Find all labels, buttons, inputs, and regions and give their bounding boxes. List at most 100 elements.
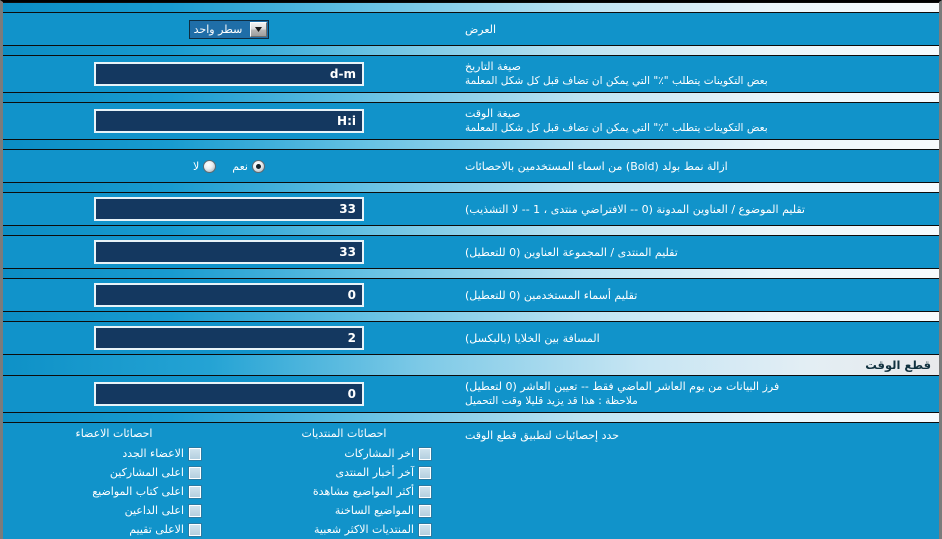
remove-bold-radio-group: نعم لا <box>193 159 265 173</box>
label-time-format-desc: بعض التكوينات يتطلب "٪" التي يمكن ان تضا… <box>465 122 768 134</box>
checkbox-top-rated-label: الاعلى تقييم <box>129 523 184 536</box>
section-header-cutoff: قطع الوقت <box>3 354 939 376</box>
label-date-format: صيغة التاريخ بعض التكوينات يتطلب "٪" الت… <box>459 59 931 89</box>
radio-option-no[interactable]: لا <box>193 159 217 173</box>
checkbox-hot-threads[interactable] <box>418 503 432 518</box>
trim-forum-titles-input[interactable] <box>94 240 364 264</box>
control-trim-forum-titles <box>3 240 459 264</box>
checkbox-item[interactable]: اعلى المشاركين <box>3 463 229 482</box>
setting-row-date-format: صيغة التاريخ بعض التكوينات يتطلب "٪" الت… <box>3 56 939 92</box>
separator-8 <box>3 412 939 423</box>
label-trim-thread-titles: تقليم الموضوع / العناوين المدونة (0 -- ا… <box>459 202 931 217</box>
checkbox-item[interactable]: آخر أخبار المنتدى <box>229 463 459 482</box>
label-trim-usernames: تقليم أسماء المستخدمين (0 للتعطيل) <box>459 288 931 303</box>
checkbox-top-rated[interactable] <box>188 522 202 537</box>
cell-spacing-input[interactable] <box>94 326 364 350</box>
checkbox-forum-news-label: آخر أخبار المنتدى <box>335 466 414 479</box>
trim-usernames-input[interactable] <box>94 283 364 307</box>
settings-page: العرض سطر واحد صيغة التاريخ بعض التكوينا… <box>0 0 942 539</box>
label-cell-spacing: المسافة بين الخلايا (بالبكسل) <box>459 331 931 346</box>
checkbox-item[interactable]: الاعلى تقييم <box>3 520 229 539</box>
label-trim-usernames-main: تقليم أسماء المستخدمين (0 للتعطيل) <box>465 288 638 302</box>
checkbox-hot-threads-label: المواضيع الساخنة <box>334 504 414 517</box>
date-format-input[interactable] <box>94 62 364 86</box>
separator-1 <box>3 45 939 56</box>
radio-yes-indicator[interactable] <box>252 159 265 173</box>
label-display: العرض <box>459 22 931 37</box>
control-remove-bold: نعم لا <box>3 159 459 173</box>
checkbox-popular-forums-label: المنتديات الاكثر شعبية <box>314 523 414 536</box>
chevron-down-icon[interactable] <box>250 21 268 37</box>
separator-2 <box>3 92 939 103</box>
label-date-format-main: صيغة التاريخ <box>465 60 521 73</box>
checkbox-forum-news[interactable] <box>418 465 432 480</box>
setting-row-time-format: صيغة الوقت بعض التكوينات يتطلب "٪" التي … <box>3 103 939 139</box>
radio-no-indicator[interactable] <box>203 159 217 173</box>
label-cutoff-days-desc: ملاحظة : هذا قد يزيد قليلا وقت التحميل <box>465 395 638 407</box>
label-time-format: صيغة الوقت بعض التكوينات يتطلب "٪" التي … <box>459 106 931 136</box>
checkbox-new-members[interactable] <box>188 446 202 461</box>
control-display: سطر واحد <box>3 19 459 39</box>
checkbox-top-thread-starters[interactable] <box>188 484 202 499</box>
separator-5 <box>3 225 939 236</box>
label-cell-spacing-main: المسافة بين الخلايا (بالبكسل) <box>465 331 600 345</box>
checkbox-column-member-stats: احصائات الاعضاء الاعضاء الجدد اعلى المشا… <box>3 427 229 539</box>
display-select-value: سطر واحد <box>193 22 243 36</box>
label-cutoff-days: فرز البيانات من يوم العاشر الماضي فقط --… <box>459 379 931 409</box>
checkbox-column-member-stats-title: احصائات الاعضاء <box>75 427 153 440</box>
checkbox-item[interactable]: اعلى كتاب المواضيع <box>3 482 229 501</box>
label-trim-forum-titles-main: تقليم المنتدى / المجموعة العناوين (0 للت… <box>465 245 678 259</box>
checkbox-most-viewed-threads[interactable] <box>418 484 432 499</box>
checkbox-item[interactable]: اخر المشاركات <box>229 444 459 463</box>
checkbox-popular-forums[interactable] <box>418 522 432 537</box>
checkbox-columns: احصائات المنتديات اخر المشاركات آخر أخبا… <box>3 427 459 539</box>
label-display-main: العرض <box>465 22 497 36</box>
time-format-input[interactable] <box>94 109 364 133</box>
checkbox-item[interactable]: اعلى الداعين <box>3 501 229 520</box>
setting-row-trim-thread-titles: تقليم الموضوع / العناوين المدونة (0 -- ا… <box>3 193 939 225</box>
checkbox-latest-posts[interactable] <box>418 446 432 461</box>
checkbox-most-viewed-threads-label: أكثر المواضيع مشاهدة <box>312 485 414 498</box>
section-header-cutoff-title: قطع الوقت <box>865 358 931 372</box>
radio-yes-label: نعم <box>232 159 248 173</box>
checkbox-item[interactable]: الاعضاء الجدد <box>3 444 229 463</box>
checkbox-column-forum-stats: احصائات المنتديات اخر المشاركات آخر أخبا… <box>229 427 459 539</box>
separator-4 <box>3 182 939 193</box>
checkbox-column-forum-stats-title: احصائات المنتديات <box>301 427 387 440</box>
separator-6 <box>3 268 939 279</box>
control-trim-thread-titles <box>3 197 459 221</box>
separator-3 <box>3 139 939 150</box>
checkbox-section-label: حدد إحصائيات لتطبيق قطع الوقت <box>465 429 620 442</box>
control-cell-spacing <box>3 326 459 350</box>
separator-top <box>3 2 939 13</box>
setting-row-cell-spacing: المسافة بين الخلايا (بالبكسل) <box>3 322 939 354</box>
separator-7 <box>3 311 939 322</box>
checkbox-section: حدد إحصائيات لتطبيق قطع الوقت احصائات ال… <box>3 423 939 539</box>
checkbox-item[interactable]: المنتديات الاكثر شعبية <box>229 520 459 539</box>
checkbox-top-posters[interactable] <box>188 465 202 480</box>
checkbox-top-posters-label: اعلى المشاركين <box>109 466 184 479</box>
trim-thread-titles-input[interactable] <box>94 197 364 221</box>
checkbox-top-referrers-label: اعلى الداعين <box>124 504 184 517</box>
control-trim-usernames <box>3 283 459 307</box>
checkbox-item[interactable]: المواضيع الساخنة <box>229 501 459 520</box>
setting-row-display: العرض سطر واحد <box>3 13 939 45</box>
label-date-format-desc: بعض التكوينات يتطلب "٪" التي يمكن ان تضا… <box>465 75 768 87</box>
checkbox-item[interactable]: أكثر المواضيع مشاهدة <box>229 482 459 501</box>
checkbox-latest-posts-label: اخر المشاركات <box>344 447 414 460</box>
control-cutoff-days <box>3 382 459 406</box>
checkbox-top-thread-starters-label: اعلى كتاب المواضيع <box>92 485 184 498</box>
display-select[interactable]: سطر واحد <box>188 19 270 39</box>
radio-option-yes[interactable]: نعم <box>232 159 265 173</box>
control-date-format <box>3 62 459 86</box>
checkbox-top-referrers[interactable] <box>188 503 202 518</box>
setting-row-trim-forum-titles: تقليم المنتدى / المجموعة العناوين (0 للت… <box>3 236 939 268</box>
label-time-format-main: صيغة الوقت <box>465 107 521 120</box>
setting-row-cutoff-days: فرز البيانات من يوم العاشر الماضي فقط --… <box>3 376 939 412</box>
label-trim-forum-titles: تقليم المنتدى / المجموعة العناوين (0 للت… <box>459 245 931 260</box>
radio-no-label: لا <box>193 159 200 173</box>
setting-row-trim-usernames: تقليم أسماء المستخدمين (0 للتعطيل) <box>3 279 939 311</box>
checkbox-new-members-label: الاعضاء الجدد <box>122 447 184 460</box>
setting-row-remove-bold: ازالة نمط بولد (Bold) من اسماء المستخدمي… <box>3 150 939 182</box>
cutoff-days-input[interactable] <box>94 382 364 406</box>
